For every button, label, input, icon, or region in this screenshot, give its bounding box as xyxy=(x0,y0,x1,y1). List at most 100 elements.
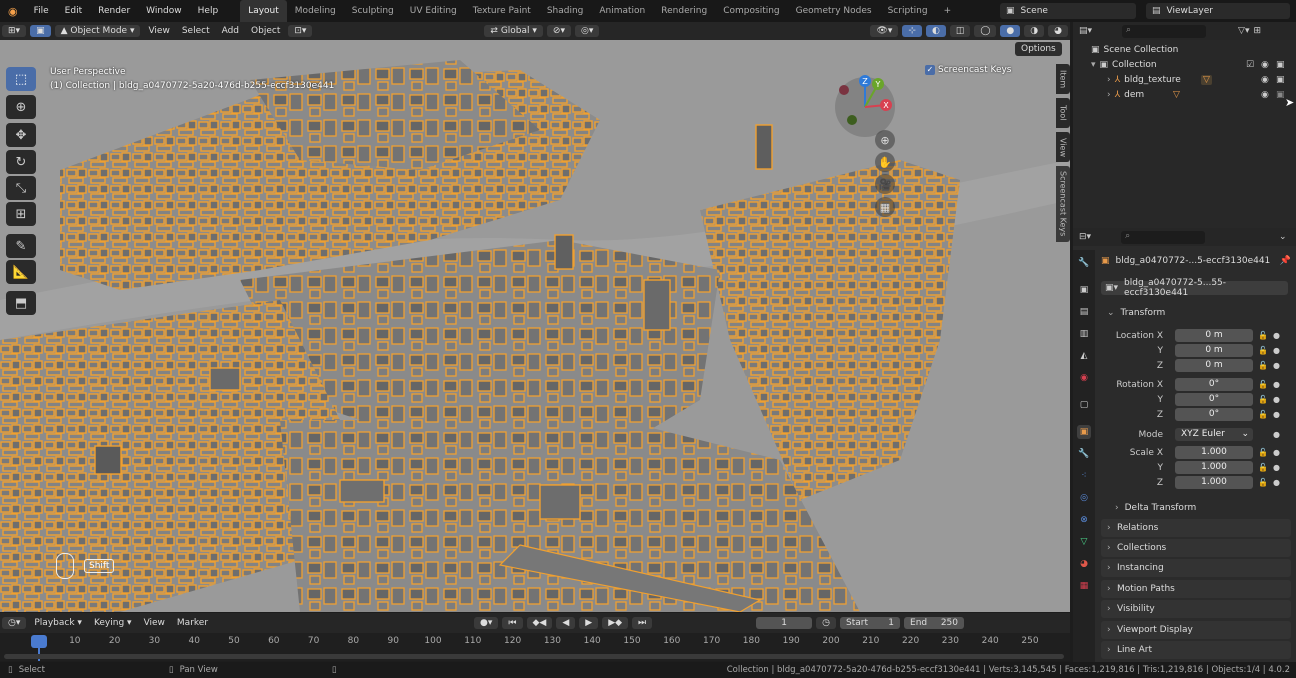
measure-tool[interactable]: 📐 xyxy=(6,260,36,284)
physics-tab-icon[interactable]: ◎ xyxy=(1077,491,1091,505)
pin-icon[interactable]: 📌 xyxy=(1280,256,1291,266)
expand-icon[interactable]: › xyxy=(1107,90,1111,100)
jump-end-icon[interactable]: ⏭ xyxy=(632,617,653,629)
pivot-icon[interactable]: ⊡▾ xyxy=(288,25,313,37)
lock-icon[interactable]: 🔓 xyxy=(1258,410,1268,419)
output-tab-icon[interactable]: ▤ xyxy=(1077,305,1091,319)
menu-file[interactable]: File xyxy=(26,0,57,22)
start-frame-field[interactable]: Start 1 xyxy=(840,617,901,629)
lock-icon[interactable]: 🔓 xyxy=(1258,361,1268,370)
tab-animation[interactable]: Animation xyxy=(591,0,653,22)
stopwatch-icon[interactable]: ◷ xyxy=(816,617,837,629)
editor-type-button[interactable]: ⊞▾ xyxy=(2,25,27,37)
playhead[interactable] xyxy=(31,635,47,648)
expand-icon[interactable]: › xyxy=(1107,75,1111,85)
rotation-y-field[interactable]: 0° xyxy=(1175,393,1253,406)
properties-search-input[interactable]: ⌕ xyxy=(1121,230,1206,244)
keyframe-dot-icon[interactable]: ● xyxy=(1273,430,1280,439)
eye-icon[interactable]: ◉ xyxy=(1261,60,1269,70)
collection-tab-icon[interactable]: ▢ xyxy=(1077,398,1091,412)
tab-tool[interactable]: Tool xyxy=(1056,98,1070,128)
texture-tab-icon[interactable]: ▦ xyxy=(1077,579,1091,593)
view-layer-tab-icon[interactable]: ▥ xyxy=(1077,327,1091,341)
tab-scripting[interactable]: Scripting xyxy=(880,0,936,22)
keyframe-dot-icon[interactable]: ● xyxy=(1273,346,1280,355)
delta-transform-subpanel[interactable]: › Delta Transform xyxy=(1115,501,1285,515)
particles-tab-icon[interactable]: ⁖ xyxy=(1077,469,1091,483)
chevron-down-icon[interactable]: ⌄ xyxy=(1279,232,1287,242)
render-tab-icon[interactable]: ▣ xyxy=(1077,283,1091,297)
tab-view[interactable]: View xyxy=(1056,132,1070,162)
outliner-search-input[interactable]: ⌕ xyxy=(1122,24,1207,38)
shading-rendered-icon[interactable]: ◕ xyxy=(1048,25,1068,37)
checkbox-icon[interactable]: ☑ xyxy=(1246,60,1254,70)
eye-icon[interactable]: ◉ xyxy=(1261,90,1269,100)
timeline-menu-keying[interactable]: Keying ▾ xyxy=(88,618,138,628)
scale-z-field[interactable]: 1.000 xyxy=(1175,476,1253,489)
select-box-tool[interactable]: ⬚ xyxy=(6,67,36,91)
rotate-tool[interactable]: ↻ xyxy=(6,150,36,174)
gizmo-icon[interactable]: ⊹ xyxy=(902,25,922,37)
modifier-tab-icon[interactable]: 🔧 xyxy=(1077,447,1091,461)
scale-x-field[interactable]: 1.000 xyxy=(1175,446,1253,459)
play-reverse-icon[interactable]: ◀ xyxy=(556,617,576,629)
panel-instancing[interactable]: Instancing xyxy=(1101,559,1291,577)
location-x-field[interactable]: 0 m xyxy=(1175,329,1253,342)
keyframe-dot-icon[interactable]: ● xyxy=(1273,395,1280,404)
editor-type-icon[interactable]: ◷▾ xyxy=(2,617,27,629)
prev-keyframe-icon[interactable]: ◆◀ xyxy=(526,617,553,629)
blender-logo-icon[interactable]: ◉ xyxy=(0,5,26,18)
transform-panel-header[interactable]: ⌄ Transform xyxy=(1101,305,1291,321)
tab-sculpting[interactable]: Sculpting xyxy=(344,0,402,22)
expand-icon[interactable]: ▾ xyxy=(1091,60,1096,70)
scale-y-field[interactable]: 1.000 xyxy=(1175,461,1253,474)
screencast-keys-toggle[interactable]: ✓ Screencast Keys xyxy=(925,65,1012,75)
tab-rendering[interactable]: Rendering xyxy=(653,0,715,22)
tab-compositing[interactable]: Compositing xyxy=(715,0,787,22)
keyframe-dot-icon[interactable]: ● xyxy=(1273,331,1280,340)
tab-uv-editing[interactable]: UV Editing xyxy=(402,0,465,22)
panel-line-art[interactable]: Line Art xyxy=(1101,641,1291,659)
menu-help[interactable]: Help xyxy=(190,0,227,22)
camera-icon[interactable]: 🎥 xyxy=(875,174,895,194)
lock-icon[interactable]: 🔓 xyxy=(1258,395,1268,404)
add-workspace-icon[interactable]: + xyxy=(936,0,960,22)
world-tab-icon[interactable]: ◉ xyxy=(1077,371,1091,385)
lock-icon[interactable]: 🔓 xyxy=(1258,380,1268,389)
mode-dropdown[interactable]: ▲ Object Mode ▾ xyxy=(54,25,141,37)
next-keyframe-icon[interactable]: ▶◆ xyxy=(602,617,629,629)
tab-shading[interactable]: Shading xyxy=(539,0,592,22)
menu-edit[interactable]: Edit xyxy=(57,0,90,22)
jump-start-icon[interactable]: ⏮ xyxy=(502,617,523,629)
timeline-menu-playback[interactable]: Playback ▾ xyxy=(28,618,88,628)
outliner-item-dem[interactable]: › ⅄ dem ▽ ◉ ▣ xyxy=(1073,87,1296,102)
tab-layout[interactable]: Layout xyxy=(240,0,287,22)
eye-icon[interactable]: ◉ xyxy=(1261,75,1269,85)
vp-menu-object[interactable]: Object xyxy=(245,26,286,36)
snap-icon[interactable]: ⊘▾ xyxy=(546,25,571,37)
tab-item[interactable]: Item xyxy=(1056,64,1070,94)
menu-render[interactable]: Render xyxy=(90,0,138,22)
tab-modeling[interactable]: Modeling xyxy=(287,0,344,22)
shading-material-icon[interactable]: ◑ xyxy=(1024,25,1045,37)
filter-icon[interactable]: ▽▾ xyxy=(1238,26,1249,36)
play-icon[interactable]: ▶ xyxy=(579,617,599,629)
options-button[interactable]: Options xyxy=(1015,42,1062,56)
constraints-tab-icon[interactable]: ⊗ xyxy=(1077,513,1091,527)
camera-icon[interactable]: ▣ xyxy=(1276,90,1285,100)
tab-geometry-nodes[interactable]: Geometry Nodes xyxy=(788,0,880,22)
orientation-dropdown[interactable]: ⇄ Global ▾ xyxy=(484,25,543,37)
vp-menu-add[interactable]: Add xyxy=(216,26,245,36)
panel-motion-paths[interactable]: Motion Paths xyxy=(1101,580,1291,598)
outliner-scene-collection[interactable]: ▣ Scene Collection xyxy=(1073,42,1296,57)
lock-icon[interactable]: 🔓 xyxy=(1258,331,1268,340)
timeline[interactable]: 1102030405060708090100110120130140150160… xyxy=(0,633,1070,661)
editor-type-icon[interactable]: ⊟▾ xyxy=(1079,232,1091,242)
rotation-mode-dropdown[interactable]: XYZ Euler ⌄ xyxy=(1175,428,1253,441)
scale-tool[interactable]: ⤡ xyxy=(6,176,36,200)
lock-icon[interactable]: 🔓 xyxy=(1258,346,1268,355)
vp-menu-select[interactable]: Select xyxy=(176,26,216,36)
keyframe-dot-icon[interactable]: ● xyxy=(1273,410,1280,419)
keyframe-dot-icon[interactable]: ● xyxy=(1273,361,1280,370)
tool-tab-icon[interactable]: 🔧 xyxy=(1077,256,1091,270)
